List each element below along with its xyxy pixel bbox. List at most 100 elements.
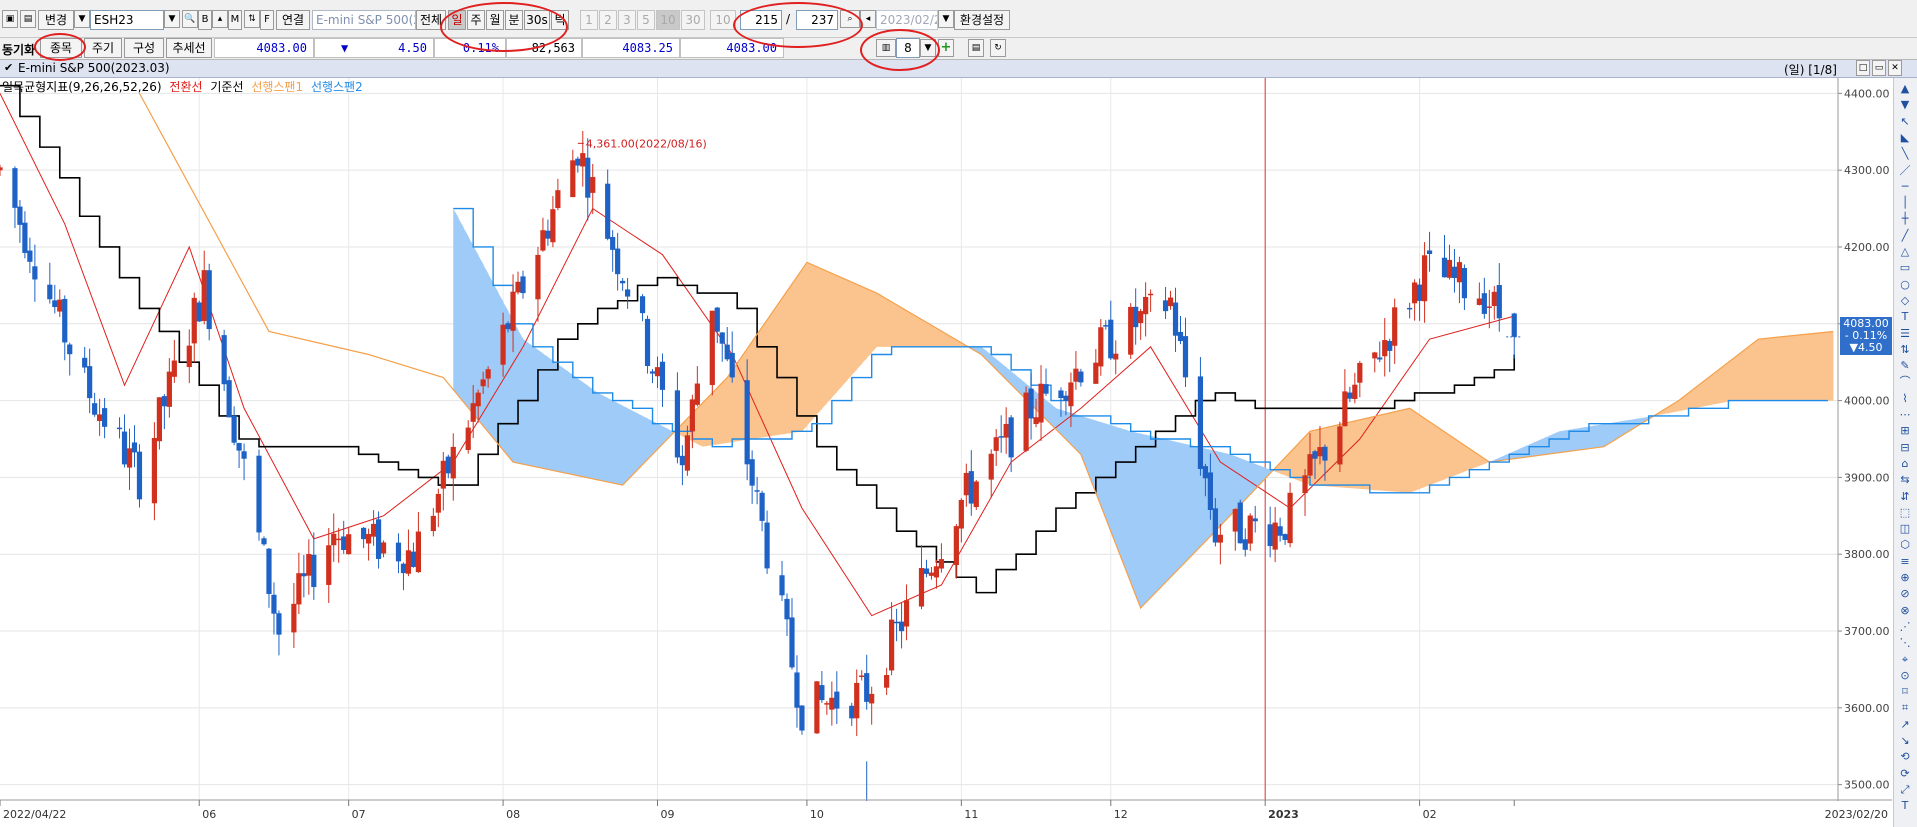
draw-tool-icon-10[interactable]: △	[1897, 243, 1913, 260]
draw-tool-icon-40[interactable]: ↘	[1897, 732, 1913, 749]
refresh-icon[interactable]: ↻	[990, 39, 1006, 57]
grid-count-input[interactable]: 8	[896, 38, 920, 58]
scroll-left-icon[interactable]: ◂	[860, 10, 876, 28]
draw-tool-icon-21[interactable]: ⊞	[1897, 422, 1913, 439]
draw-tool-icon-14[interactable]: T	[1897, 308, 1913, 325]
total-count-input[interactable]: 237	[796, 10, 838, 30]
period-tab-0[interactable]: 일	[448, 10, 466, 30]
draw-tool-icon-17[interactable]: ✎	[1897, 357, 1913, 374]
draw-tool-icon-5[interactable]: ／	[1897, 162, 1913, 179]
draw-tool-icon-42[interactable]: ⟳	[1897, 765, 1913, 782]
draw-tool-icon-19[interactable]: ⌇	[1897, 390, 1913, 407]
m-button[interactable]: M	[228, 10, 242, 30]
draw-tool-icon-33[interactable]: ⋰	[1897, 618, 1913, 635]
interval-button-4[interactable]: 10	[656, 10, 680, 30]
draw-tool-icon-29[interactable]: ≡	[1897, 553, 1913, 570]
stepper-icon[interactable]: ▴	[212, 10, 228, 28]
candle-down	[361, 527, 367, 540]
view-count-input[interactable]: 215	[740, 10, 782, 30]
window-menu-icon[interactable]: ▣	[2, 10, 18, 28]
draw-tool-icon-35[interactable]: ⌖	[1897, 651, 1913, 668]
close-icon[interactable]: ✕	[1888, 60, 1902, 76]
screen-menu-icon[interactable]: ▤	[20, 10, 36, 28]
interval-extra-button[interactable]: 10	[710, 10, 736, 30]
interval-button-3[interactable]: 5	[637, 10, 655, 30]
zoom-icon[interactable]: ⌕	[840, 10, 860, 28]
draw-tool-icon-27[interactable]: ◫	[1897, 520, 1913, 537]
draw-tool-icon-15[interactable]: ☰	[1897, 325, 1913, 342]
date-input[interactable]: 2023/02/20	[876, 10, 938, 30]
kumo-segment	[757, 327, 763, 439]
draw-tool-icon-28[interactable]: ⬡	[1897, 536, 1913, 553]
b-button[interactable]: B	[198, 10, 212, 30]
period-tab-4[interactable]: 30s	[524, 10, 550, 30]
draw-tool-icon-24[interactable]: ⇆	[1897, 471, 1913, 488]
draw-tool-icon-36[interactable]: ⊙	[1897, 667, 1913, 684]
chart-area[interactable]: 4,361.00(2022/08/16)3,530.25(2022/10/13)…	[0, 78, 1917, 827]
draw-tool-icon-3[interactable]: ◣	[1897, 129, 1913, 146]
change-button[interactable]: 변경	[38, 10, 74, 30]
candle-up	[829, 697, 835, 710]
draw-tool-icon-16[interactable]: ⇅	[1897, 341, 1913, 358]
draw-tool-icon-13[interactable]: ◇	[1897, 292, 1913, 309]
tab-symbol[interactable]: 종목	[40, 38, 82, 58]
search-icon[interactable]: 🔍	[182, 10, 198, 28]
draw-tool-icon-12[interactable]: ○	[1897, 276, 1913, 293]
symbol-input[interactable]: ESH23	[90, 10, 164, 30]
draw-tool-icon-7[interactable]: │	[1897, 194, 1913, 211]
period-tab-2[interactable]: 월	[486, 10, 504, 30]
draw-tool-icon-39[interactable]: ↗	[1897, 716, 1913, 733]
draw-tool-icon-0[interactable]: ▲	[1897, 80, 1913, 97]
period-tab-1[interactable]: 주	[467, 10, 485, 30]
draw-tool-icon-44[interactable]: T	[1897, 797, 1913, 814]
draw-tool-icon-43[interactable]: ⤢	[1897, 781, 1913, 798]
settings-button[interactable]: 환경설정	[954, 10, 1010, 30]
arrows-icon[interactable]: ⇅	[244, 10, 260, 28]
f-button[interactable]: F	[260, 10, 274, 30]
draw-tool-icon-4[interactable]: ╲	[1897, 145, 1913, 162]
draw-tool-icon-2[interactable]: ↖	[1897, 113, 1913, 130]
draw-tool-icon-18[interactable]: ⌒	[1897, 373, 1913, 390]
draw-tool-icon-38[interactable]: ⌗	[1897, 699, 1913, 716]
symbol-dropdown-icon[interactable]: ▼	[164, 10, 180, 28]
all-button[interactable]: 전체	[416, 10, 446, 30]
draw-tool-icon-41[interactable]: ⟲	[1897, 748, 1913, 765]
draw-tool-icon-30[interactable]: ⊕	[1897, 569, 1913, 586]
interval-button-1[interactable]: 2	[599, 10, 617, 30]
draw-tool-icon-1[interactable]: ▼	[1897, 96, 1913, 113]
draw-tool-icon-34[interactable]: ⋱	[1897, 634, 1913, 651]
draw-tool-icon-6[interactable]: ─	[1897, 178, 1913, 195]
period-tab-5[interactable]: 틱	[551, 10, 569, 30]
checkbox-icon[interactable]: ✔	[4, 61, 13, 74]
restore-icon[interactable]: ▭	[1872, 60, 1886, 76]
draw-tool-icon-31[interactable]: ⊘	[1897, 585, 1913, 602]
tab-period[interactable]: 주기	[84, 38, 122, 58]
draw-tool-icon-22[interactable]: ⊟	[1897, 439, 1913, 456]
interval-button-2[interactable]: 3	[618, 10, 636, 30]
interval-button-0[interactable]: 1	[580, 10, 598, 30]
add-icon[interactable]: +	[938, 39, 954, 57]
draw-tool-icon-25[interactable]: ⇵	[1897, 488, 1913, 505]
draw-tool-icon-20[interactable]: ⋯	[1897, 406, 1913, 423]
grid-dropdown-icon[interactable]: ▼	[920, 39, 936, 57]
draw-tool-icon-26[interactable]: ⬚	[1897, 504, 1913, 521]
chevron-down-icon[interactable]: ▼	[74, 10, 90, 28]
maximize-icon[interactable]: □	[1856, 60, 1870, 76]
draw-tool-icon-37[interactable]: ⌑	[1897, 683, 1913, 700]
draw-tool-icon-9[interactable]: ╱	[1897, 227, 1913, 244]
period-tab-3[interactable]: 분	[505, 10, 523, 30]
grid-icon[interactable]: ▥	[876, 39, 896, 57]
candle-down	[271, 594, 277, 614]
draw-tool-icon-23[interactable]: ⌂	[1897, 455, 1913, 472]
x-tick-label: 09	[660, 808, 674, 821]
candle-up	[97, 414, 103, 421]
link-button[interactable]: 연결	[276, 10, 310, 30]
tab-layout[interactable]: 구성	[124, 38, 164, 58]
interval-button-5[interactable]: 30	[681, 10, 705, 30]
draw-tool-icon-8[interactable]: ┼	[1897, 210, 1913, 227]
save-icon[interactable]: ▤	[968, 39, 984, 57]
calendar-dropdown-icon[interactable]: ▼	[938, 10, 954, 28]
draw-tool-icon-32[interactable]: ⊗	[1897, 602, 1913, 619]
draw-tool-icon-11[interactable]: ▭	[1897, 259, 1913, 276]
tab-trendline[interactable]: 추세선	[166, 38, 212, 58]
